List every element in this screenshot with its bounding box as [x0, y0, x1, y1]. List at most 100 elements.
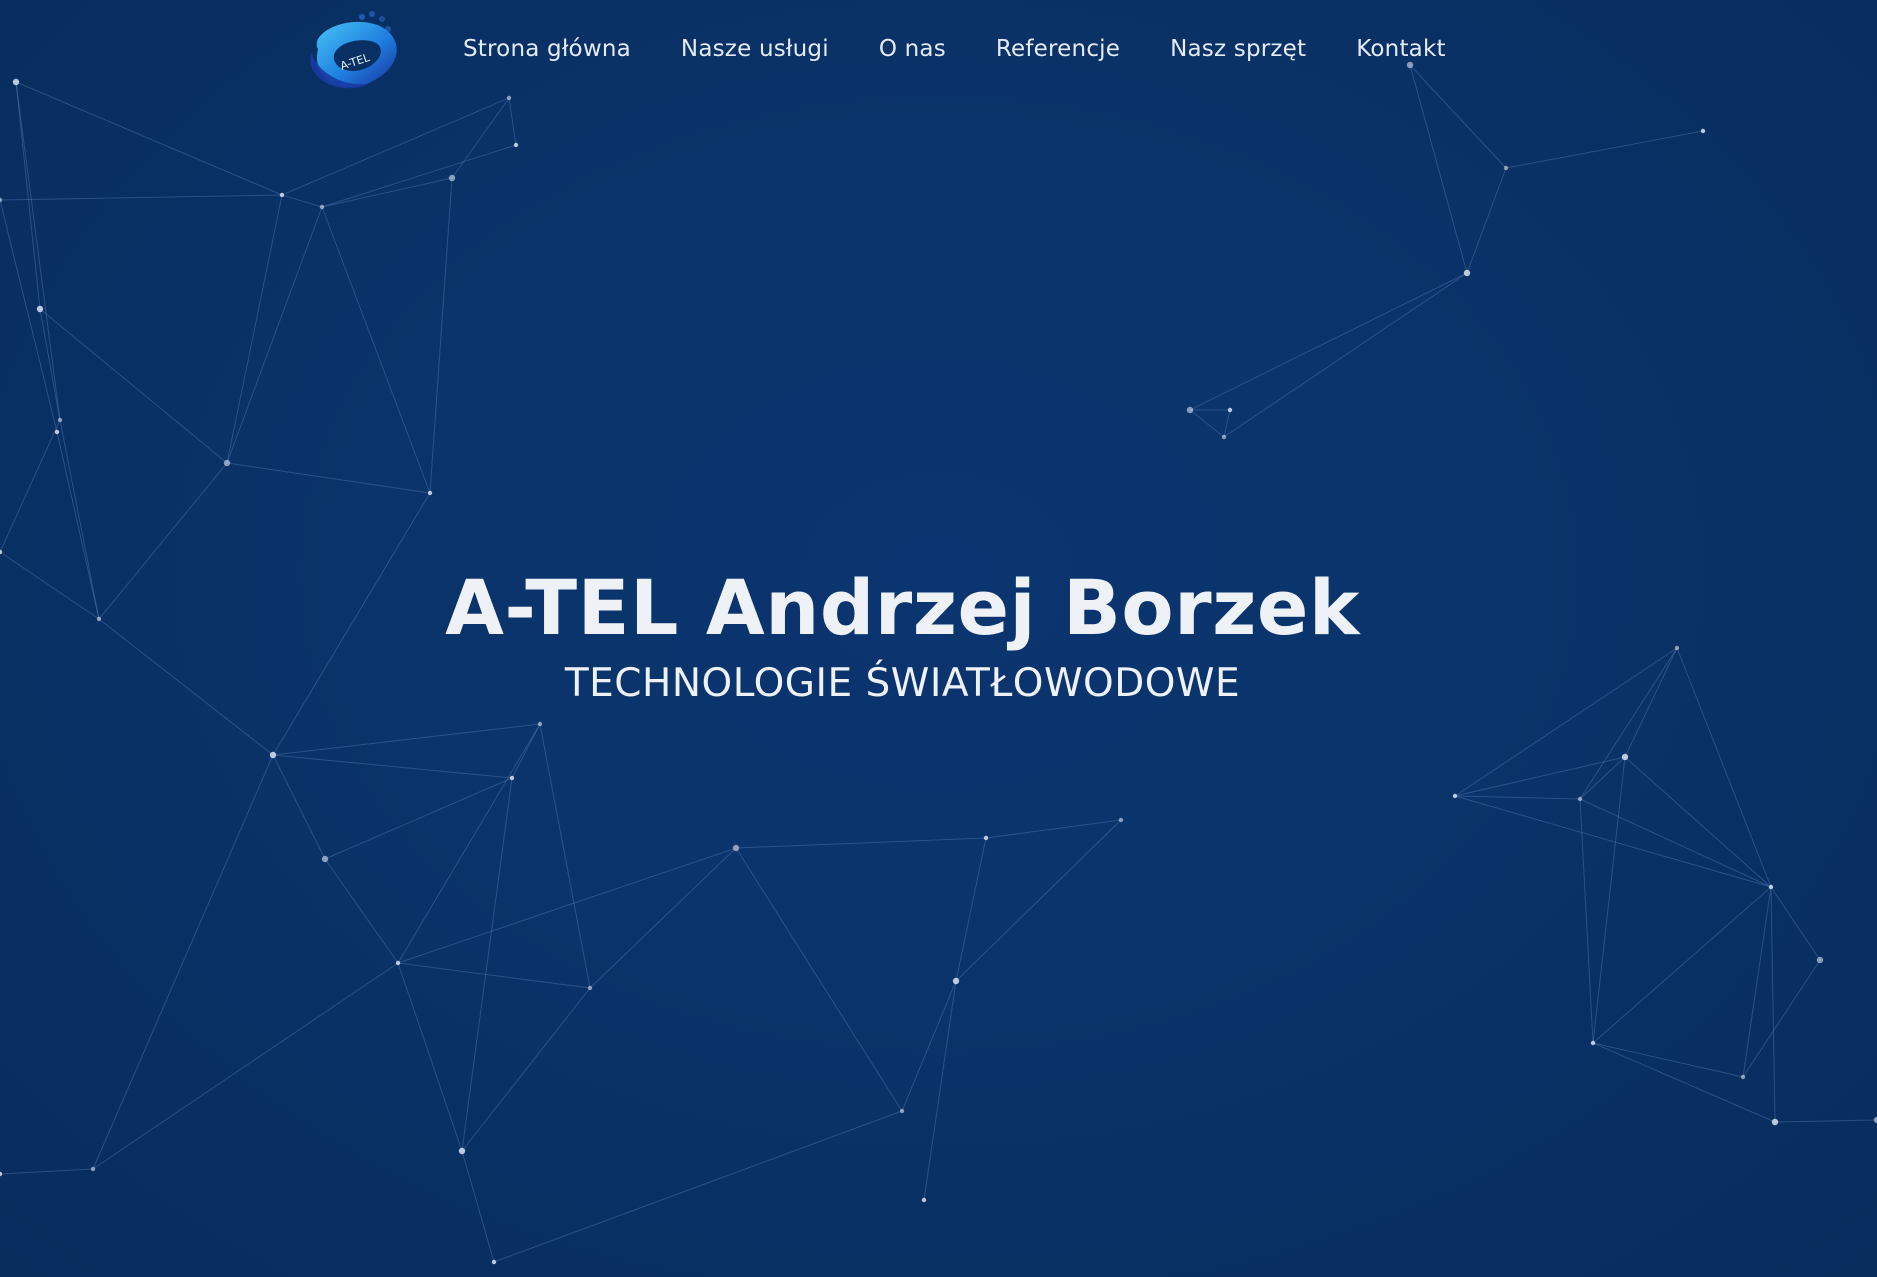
network-line [901, 980, 957, 1112]
network-node [90, 1166, 96, 1172]
nav-item-equipment[interactable]: Nasz sprzęt [1170, 36, 1306, 62]
network-line [397, 962, 463, 1152]
network-line [461, 1150, 495, 1263]
hero-title: A-TEL Andrzej Borzek [445, 563, 1360, 652]
network-node [587, 985, 593, 991]
network-line [955, 837, 987, 982]
network-line [15, 81, 61, 421]
network-node [1768, 884, 1774, 890]
network-node [921, 1197, 927, 1203]
network-node [1621, 753, 1629, 761]
network-line [281, 194, 323, 208]
top-navigation-bar: A-TEL Strona główna Nasze usługi O nas R… [0, 0, 1877, 108]
network-line [1454, 756, 1626, 797]
network-node [427, 490, 433, 496]
network-node [36, 305, 44, 313]
network-node [1118, 817, 1124, 823]
network-node [983, 835, 989, 841]
network-node [54, 429, 60, 435]
network-line [15, 81, 41, 310]
network-node [1700, 128, 1706, 134]
network-line [1742, 886, 1772, 1078]
network-line [324, 858, 399, 964]
network-line [397, 962, 591, 989]
network-line [0, 419, 61, 553]
network-line [511, 723, 541, 779]
network-line [226, 194, 283, 464]
network-line [0, 1168, 94, 1175]
network-line [955, 819, 1122, 982]
network-line [1742, 959, 1821, 1078]
network-line [272, 754, 513, 779]
ring-logo-icon: A-TEL [310, 11, 397, 89]
network-node [0, 197, 3, 203]
nav-item-home[interactable]: Strona główna [463, 36, 631, 62]
network-node [537, 721, 543, 727]
network-node [1227, 407, 1233, 413]
network-line [397, 723, 541, 964]
network-line [1223, 409, 1231, 438]
network-line [1189, 409, 1225, 438]
network-line [539, 723, 591, 989]
network-line [92, 754, 274, 1170]
network-node [1186, 406, 1194, 414]
network-line [0, 194, 283, 201]
nav-item-services[interactable]: Nasze usługi [681, 36, 829, 62]
network-node [448, 174, 456, 182]
network-node [952, 977, 960, 985]
nav-item-contact[interactable]: Kontakt [1356, 36, 1445, 62]
main-menu: Strona główna Nasze usługi O nas Referen… [463, 36, 1496, 62]
network-line [1579, 798, 1772, 888]
network-line [461, 987, 591, 1152]
network-node [491, 1259, 497, 1265]
network-node [1771, 1118, 1779, 1126]
network-node [1740, 1074, 1746, 1080]
network-node [732, 844, 740, 852]
network-line [429, 177, 453, 494]
network-line [1624, 756, 1772, 888]
network-line [226, 206, 323, 464]
network-line [923, 980, 957, 1201]
network-line [1770, 886, 1821, 961]
network-line [493, 1110, 903, 1263]
network-node [395, 960, 401, 966]
hero-subtitle: TECHNOLOGIE ŚWIATŁOWODOWE [564, 661, 1241, 706]
nav-item-references[interactable]: Referencje [996, 36, 1120, 62]
network-line [735, 847, 903, 1112]
network-line [321, 144, 517, 208]
network-node [57, 417, 63, 423]
nav-item-about[interactable]: O nas [879, 36, 946, 62]
network-node [269, 751, 277, 759]
network-line [39, 308, 228, 464]
network-node [319, 204, 325, 210]
network-line [272, 754, 326, 860]
network-node [1221, 434, 1227, 440]
network-line [1189, 272, 1468, 411]
network-node [1577, 796, 1583, 802]
network-node [513, 142, 519, 148]
brand-logo[interactable]: A-TEL [300, 5, 410, 97]
network-line [1774, 1119, 1877, 1123]
network-node [509, 775, 515, 781]
network-line [1454, 795, 1772, 888]
network-line [272, 723, 541, 756]
network-line [1223, 272, 1468, 438]
network-node [1503, 165, 1509, 171]
network-line [321, 177, 453, 208]
network-node [458, 1147, 466, 1155]
network-node [1452, 793, 1458, 799]
network-line [589, 847, 737, 989]
hero-section: A-TEL Andrzej Borzek TECHNOLOGIE ŚWIATŁO… [0, 563, 1805, 706]
network-node [0, 1171, 3, 1177]
network-node [1590, 1040, 1596, 1046]
network-line [1505, 130, 1704, 169]
network-line [226, 462, 431, 494]
network-line [1592, 1042, 1776, 1123]
network-line [735, 837, 987, 849]
network-line [1454, 795, 1581, 800]
network-node [223, 459, 231, 467]
network-line [985, 819, 1122, 839]
network-line [92, 962, 399, 1170]
network-line [461, 777, 513, 1152]
network-node [899, 1108, 905, 1114]
